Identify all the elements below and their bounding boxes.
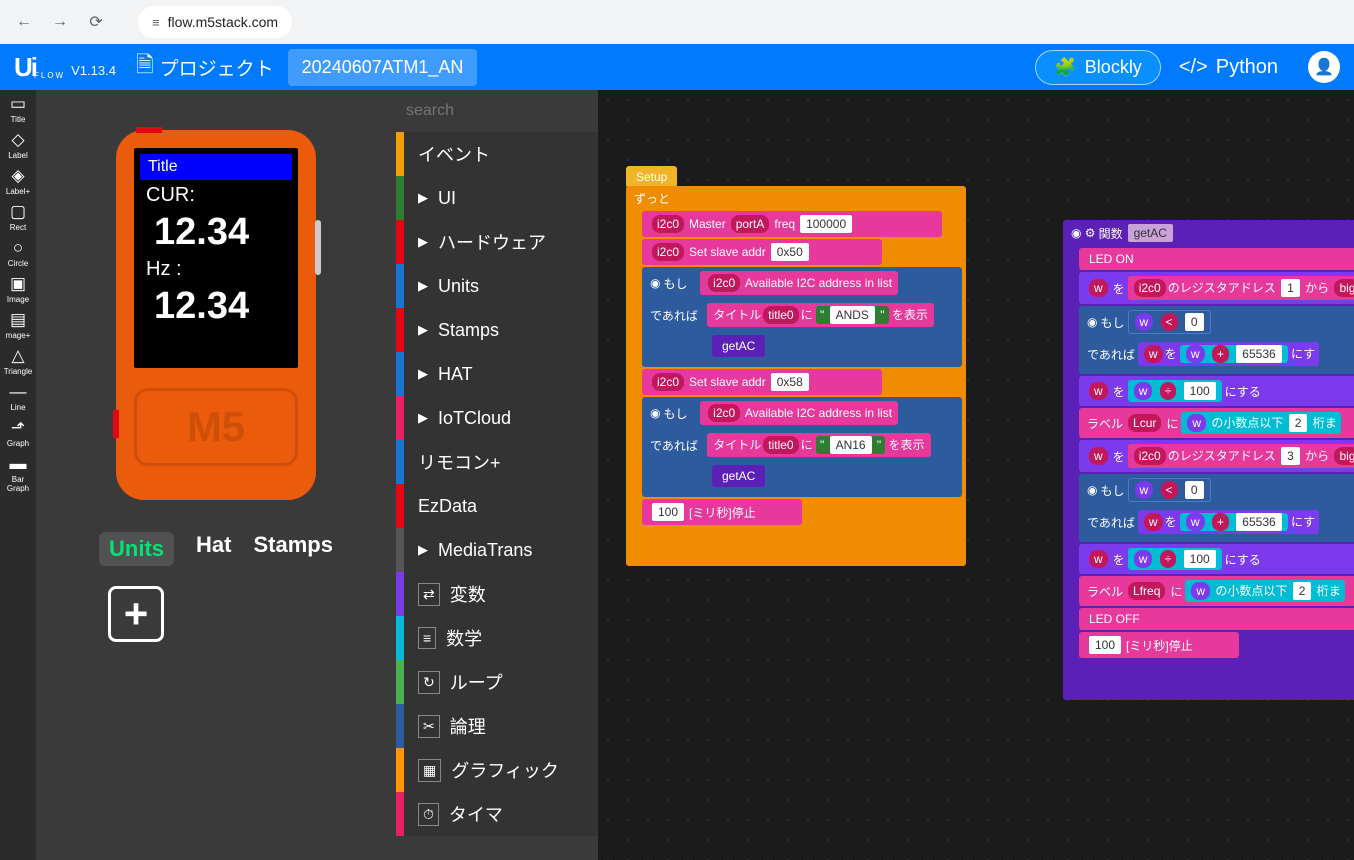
if3-block[interactable]: ◉ もし w < 0 であれば wを w + 65536 にす	[1079, 306, 1354, 374]
loop-block[interactable]: ずっと i2c0MasterportAfreq100000 i2c0Set sl…	[626, 186, 966, 566]
category-item[interactable]: リモコン+	[396, 440, 598, 484]
tool-label+[interactable]: ◈Label+	[6, 166, 30, 196]
logo-sub: FLOW	[34, 71, 65, 80]
category-item[interactable]: ▶ハードウェア	[396, 220, 598, 264]
category-item[interactable]: ⏱タイマ	[396, 792, 598, 836]
category-item[interactable]: EzData	[396, 484, 598, 528]
category-item[interactable]: ▶HAT	[396, 352, 598, 396]
tool-label[interactable]: ◇Label	[8, 130, 28, 160]
url-bar[interactable]: ≡ flow.m5stack.com	[138, 6, 292, 38]
add-unit-button[interactable]: +	[108, 586, 164, 642]
if1-block[interactable]: ◉ もし i2c0 Available I2C address in list …	[642, 267, 962, 367]
ledoff-block[interactable]: LED OFF	[1079, 608, 1354, 630]
search-input[interactable]	[406, 102, 613, 120]
search-row: 🔍	[396, 90, 598, 132]
hz-label[interactable]: Hz :	[140, 254, 292, 285]
tool-image[interactable]: ▣Image	[7, 274, 29, 304]
category-item[interactable]: イベント	[396, 132, 598, 176]
user-icon[interactable]: 👤	[1308, 51, 1340, 83]
delay2-block[interactable]: 100[ミリ秒]停止	[1079, 632, 1239, 658]
tab-hat[interactable]: Hat	[196, 532, 231, 566]
unit-tabs: Units Hat Stamps	[99, 532, 333, 566]
site-info-icon: ≡	[152, 15, 160, 30]
blockly-workspace[interactable]: Setup ずっと i2c0MasterportAfreq100000 i2c0…	[598, 90, 1354, 860]
device-preview-area: Title CUR: 12.34 Hz : 12.34 M5 Units Hat…	[36, 90, 396, 860]
m5-button: M5	[134, 388, 298, 466]
setvar4-block[interactable]: wを w ÷ 100 にする	[1079, 544, 1354, 574]
ledon-block[interactable]: LED ON	[1079, 248, 1354, 270]
category-item[interactable]: ▶Stamps	[396, 308, 598, 352]
cur-label[interactable]: CUR:	[140, 180, 292, 211]
tool-circle[interactable]: ○Circle	[8, 238, 28, 268]
puzzle-icon: 🧩	[1054, 57, 1076, 78]
delay1-block[interactable]: 100[ミリ秒]停止	[642, 499, 802, 525]
tool-line[interactable]: —Line	[10, 382, 27, 412]
i2c-init-block[interactable]: i2c0MasterportAfreq100000	[642, 211, 942, 237]
tool-rect[interactable]: ▢Rect	[10, 202, 26, 232]
device-screen[interactable]: Title CUR: 12.34 Hz : 12.34	[134, 148, 298, 368]
reload-button[interactable]: ⟳	[82, 8, 110, 36]
browser-bar: ← → ⟳ ≡ flow.m5stack.com	[0, 0, 1354, 44]
tool-bar graph[interactable]: ▬Bar Graph	[0, 454, 36, 493]
blockly-tab[interactable]: 🧩 Blockly	[1035, 50, 1160, 85]
func-getac-block[interactable]: ◉ ⚙ 関数 getAC LED ON wを i2c0のレジスタアドレス 1 か…	[1063, 220, 1354, 700]
python-tab[interactable]: </> Python	[1179, 56, 1278, 79]
file-icon: 🗎	[136, 48, 154, 86]
lcur-block[interactable]: ラベルLcurに w の小数点以下 2 桁ま	[1079, 408, 1354, 438]
i2c-slave1-block[interactable]: i2c0Set slave addr0x50	[642, 239, 882, 265]
category-item[interactable]: ▶MediaTrans	[396, 528, 598, 572]
if2-block[interactable]: ◉ もし i2c0 Available I2C address in list …	[642, 397, 962, 497]
forward-button[interactable]: →	[46, 8, 74, 36]
project-name[interactable]: 20240607ATM1_AN	[288, 49, 478, 86]
tool-title[interactable]: ▭Title	[10, 94, 26, 124]
tool-triangle[interactable]: △Triangle	[4, 346, 33, 376]
category-item[interactable]: ✂論理	[396, 704, 598, 748]
if4-block[interactable]: ◉ もし w < 0 であれば wを w + 65536 にす	[1079, 474, 1354, 542]
url-text: flow.m5stack.com	[168, 14, 278, 30]
category-item[interactable]: ≡数学	[396, 616, 598, 660]
code-icon: </>	[1179, 56, 1208, 79]
category-item[interactable]: ⇄変数	[396, 572, 598, 616]
screen-title[interactable]: Title	[140, 154, 292, 180]
setvar3-block[interactable]: wを i2c0のレジスタアドレス 3 から big	[1079, 440, 1354, 472]
version: V1.13.4	[71, 63, 116, 78]
cur-value[interactable]: 12.34	[140, 211, 292, 254]
back-button[interactable]: ←	[10, 8, 38, 36]
tool-mage+[interactable]: ▤mage+	[6, 310, 31, 340]
category-item[interactable]: ▦グラフィック	[396, 748, 598, 792]
setvar1-block[interactable]: wを i2c0のレジスタアドレス 1 から big	[1079, 272, 1354, 304]
app-header: Ui FLOW V1.13.4 🗎 プロジェクト 20240607ATM1_AN…	[0, 44, 1354, 90]
hz-value[interactable]: 12.34	[140, 285, 292, 328]
tab-stamps[interactable]: Stamps	[253, 532, 332, 566]
tool-graph[interactable]: ⬏Graph	[7, 418, 29, 448]
tool-palette: ▭Title ◇Label ◈Label+ ▢Rect ○Circle ▣Image ▤ma…	[0, 90, 36, 860]
logo: Ui	[14, 52, 36, 83]
lfreq-block[interactable]: ラベルLfreqに w の小数点以下 2 桁ま	[1079, 576, 1354, 606]
block-categories: 🔍 イベント▶UI▶ハードウェア▶Units▶Stamps▶HAT▶IoTClo…	[396, 90, 598, 860]
category-item[interactable]: ▶Units	[396, 264, 598, 308]
top-led	[136, 127, 162, 133]
left-led	[113, 410, 119, 438]
tab-units[interactable]: Units	[99, 532, 174, 566]
device-frame: Title CUR: 12.34 Hz : 12.34 M5	[116, 130, 316, 500]
side-button	[315, 220, 321, 275]
i2c-slave2-block[interactable]: i2c0Set slave addr0x58	[642, 369, 882, 395]
project-label[interactable]: プロジェクト	[160, 54, 274, 81]
setup-block[interactable]: Setup	[626, 166, 677, 188]
category-item[interactable]: ▶UI	[396, 176, 598, 220]
category-item[interactable]: ▶IoTCloud	[396, 396, 598, 440]
setvar2-block[interactable]: wを w ÷ 100 にする	[1079, 376, 1354, 406]
category-item[interactable]: ↻ループ	[396, 660, 598, 704]
